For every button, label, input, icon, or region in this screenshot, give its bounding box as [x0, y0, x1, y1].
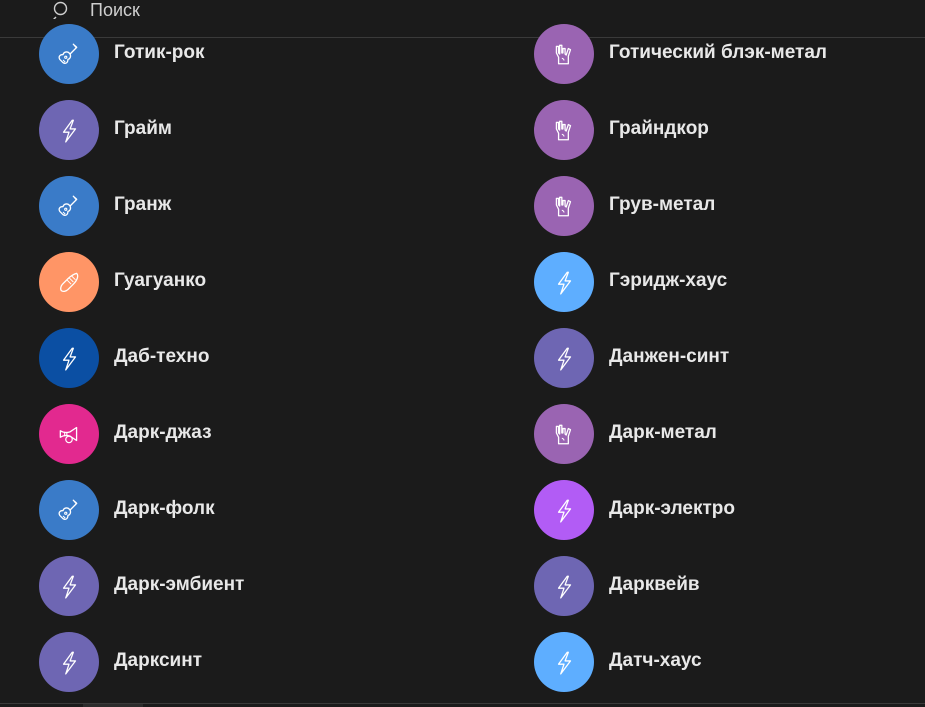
genre-avatar — [39, 404, 99, 464]
genre-item[interactable]: Гэридж-хаус — [534, 252, 925, 312]
lightning-icon — [62, 347, 77, 371]
genre-label: Дарквейв — [609, 574, 700, 595]
genre-avatar — [39, 556, 99, 616]
genre-label: Грайндкор — [609, 118, 709, 139]
genre-item[interactable]: Готик-рок — [39, 24, 499, 84]
lightning-icon — [62, 651, 77, 675]
genre-avatar — [534, 404, 594, 464]
genre-item[interactable]: Данжен-синт — [534, 328, 925, 388]
guitar-icon — [58, 195, 78, 216]
genre-label: Грув-метал — [609, 194, 716, 215]
genre-label: Готик-рок — [114, 42, 205, 63]
genre-label: Гуагуанко — [114, 270, 207, 291]
genre-label: Грайм — [114, 118, 172, 139]
lightning-icon — [557, 651, 572, 675]
search-icon — [53, 1, 68, 19]
genre-avatar — [534, 480, 594, 540]
guitar-icon — [58, 499, 78, 520]
maraca-icon — [60, 272, 79, 293]
lightning-icon — [557, 499, 572, 523]
genre-item[interactable]: Дарк-эмбиент — [39, 556, 499, 616]
genre-label: Датч-хаус — [609, 650, 702, 671]
genre-label: Дарксинт — [114, 650, 202, 671]
rock-hand-icon — [555, 120, 572, 141]
genre-item[interactable]: Грайм — [39, 100, 499, 160]
genre-item[interactable]: Датч-хаус — [534, 632, 925, 692]
genre-avatar — [39, 480, 99, 540]
search-input[interactable] — [82, 0, 898, 22]
genre-avatar — [39, 176, 99, 236]
genre-label: Дарк-фолк — [114, 498, 215, 519]
genre-item[interactable]: Дарквейв — [534, 556, 925, 616]
lightning-icon — [557, 347, 572, 371]
genre-item[interactable]: Даб-техно — [39, 328, 499, 388]
genre-avatar — [534, 632, 594, 692]
genre-item[interactable]: Дарксинт — [39, 632, 499, 692]
genre-label: Дарк-джаз — [114, 422, 212, 443]
genre-avatar — [534, 252, 594, 312]
genre-item[interactable]: Дарк-метал — [534, 404, 925, 464]
genre-item[interactable]: Гуагуанко — [39, 252, 499, 312]
lightning-icon — [557, 575, 572, 599]
genre-avatar — [39, 252, 99, 312]
genre-label: Данжен-синт — [609, 346, 730, 367]
genre-item[interactable]: Грув-метал — [534, 176, 925, 236]
genre-label: Гэридж-хаус — [609, 270, 728, 291]
guitar-icon — [58, 43, 78, 64]
genre-avatar — [534, 24, 594, 84]
genre-label: Дарк-электро — [609, 498, 735, 519]
genre-avatar — [534, 556, 594, 616]
genre-label: Дарк-метал — [609, 422, 717, 443]
genre-avatar — [39, 100, 99, 160]
trumpet-icon — [59, 426, 78, 444]
genre-avatar — [534, 100, 594, 160]
genre-item[interactable]: Гранж — [39, 176, 499, 236]
rock-hand-icon — [555, 196, 572, 217]
genre-avatar — [39, 632, 99, 692]
genre-label: Готический блэк-метал — [609, 42, 827, 63]
genre-avatar — [39, 328, 99, 388]
genre-label: Дарк-эмбиент — [114, 574, 245, 595]
genre-label: Гранж — [114, 194, 172, 215]
lightning-icon — [62, 119, 77, 143]
rock-hand-icon — [555, 424, 572, 445]
genre-item[interactable]: Дарк-электро — [534, 480, 925, 540]
genre-avatar — [534, 176, 594, 236]
genre-item[interactable]: Готический блэк-метал — [534, 24, 925, 84]
genre-item[interactable]: Дарк-джаз — [39, 404, 499, 464]
lightning-icon — [557, 271, 572, 295]
genre-item[interactable]: Дарк-фолк — [39, 480, 499, 540]
genre-item[interactable]: Грайндкор — [534, 100, 925, 160]
genre-avatar — [39, 24, 99, 84]
genre-label: Даб-техно — [114, 346, 210, 367]
genre-avatar — [534, 328, 594, 388]
rock-hand-icon — [555, 44, 572, 65]
lightning-icon — [62, 575, 77, 599]
